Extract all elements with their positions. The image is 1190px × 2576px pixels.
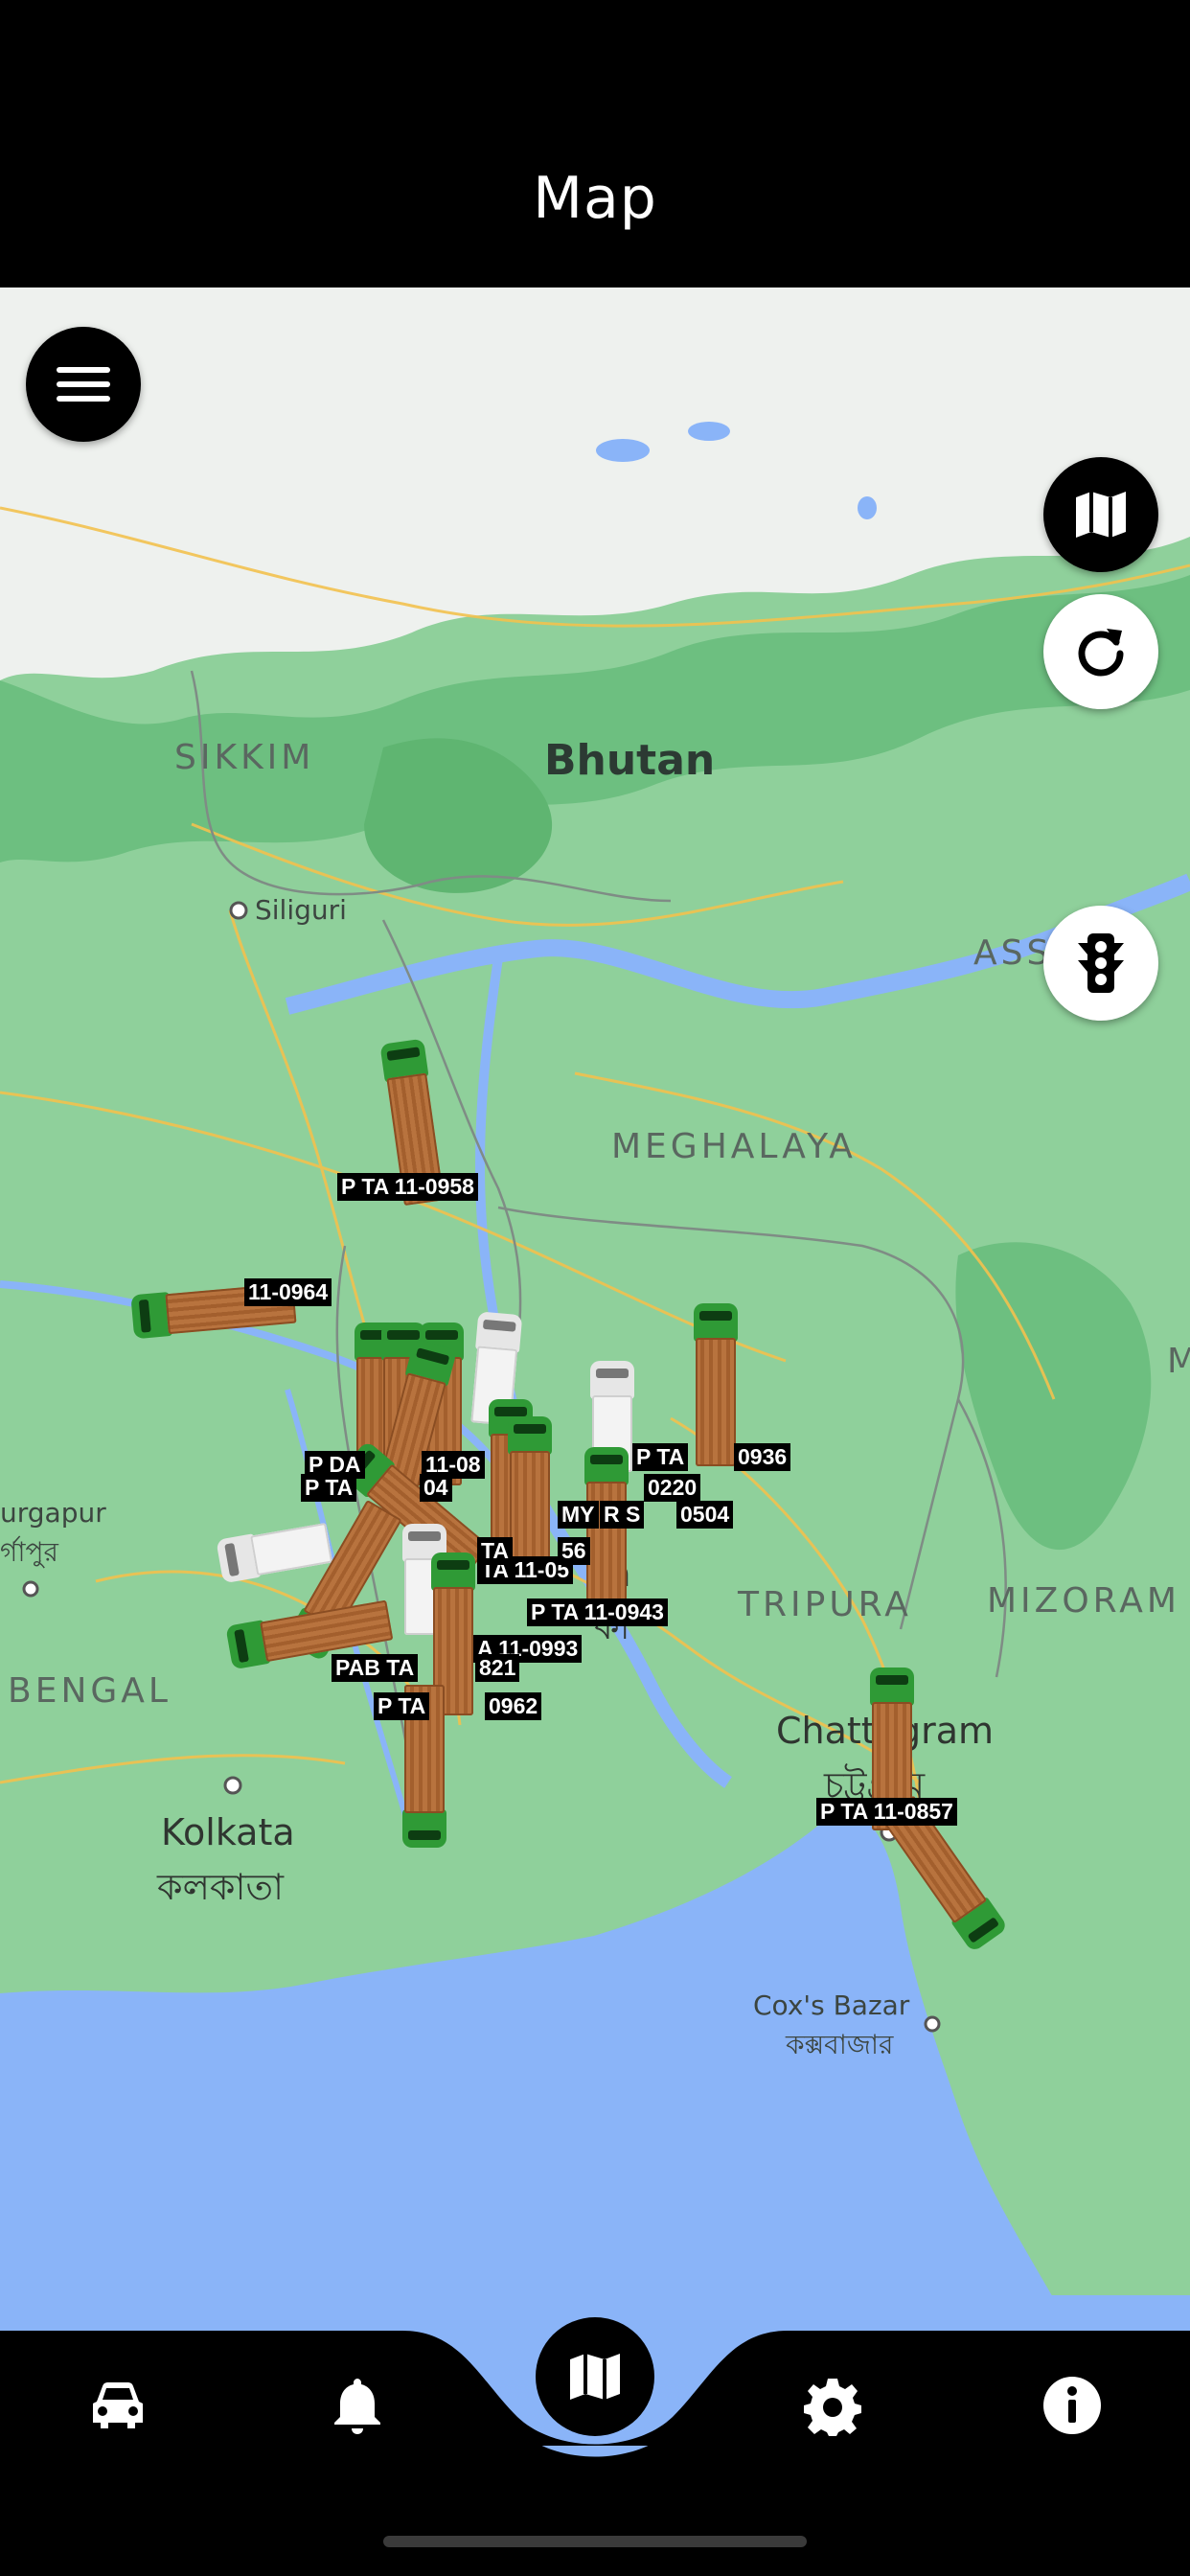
menu-button[interactable]: [26, 327, 141, 442]
place-label-tripura: TRIPURA: [738, 1585, 912, 1624]
nav-map-button[interactable]: [536, 2317, 654, 2436]
map-view[interactable]: SIKKIM Bhutan Siliguri ASS MEGHALAYA M T…: [0, 288, 1190, 2334]
place-label-sikkim: SIKKIM: [174, 738, 315, 777]
vehicle-plate-label: P TA: [301, 1474, 357, 1502]
place-label-mizoram: MIZORAM: [987, 1581, 1180, 1621]
vehicle-plate-label: R S: [600, 1501, 645, 1529]
menu-icon: [57, 367, 110, 402]
nav-info-button[interactable]: [1019, 2367, 1125, 2444]
place-label-coxs-bazar: Cox's Bazar: [753, 1990, 910, 2021]
place-label-assam: ASS: [973, 933, 1053, 973]
car-icon: [93, 2382, 143, 2428]
vehicle-plate-label: 0504: [676, 1501, 734, 1529]
info-icon: [1043, 2377, 1101, 2434]
map-icon: [1076, 492, 1126, 538]
vehicle-plate-label: P TA: [632, 1443, 689, 1471]
refresh-icon: [1078, 629, 1124, 677]
vehicle-plate-label: P TA: [374, 1692, 430, 1720]
truck-marker[interactable]: [508, 1416, 552, 1579]
truck-marker[interactable]: [694, 1303, 738, 1466]
place-label-bhutan: Bhutan: [544, 736, 716, 785]
vehicle-plate-label: 11-0964: [244, 1278, 332, 1306]
map-icon: [570, 2354, 620, 2400]
nav-notifications-button[interactable]: [305, 2367, 410, 2444]
traffic-button[interactable]: [1043, 906, 1158, 1021]
vehicle-plate-label: P TA 11-0958: [337, 1173, 478, 1201]
refresh-button[interactable]: [1043, 594, 1158, 709]
nav-settings-button[interactable]: [780, 2367, 885, 2444]
place-label-coxs-bazar-bn: কক্সবাজার: [786, 2029, 894, 2060]
place-label-siliguri: Siliguri: [255, 894, 347, 926]
app-header: Map: [0, 0, 1190, 288]
vehicle-plate-label: 0220: [644, 1474, 701, 1502]
traffic-light-icon: [1078, 933, 1124, 993]
place-label-kolkata: Kolkata: [161, 1811, 295, 1853]
vehicle-plate-label: PAB TA: [332, 1654, 419, 1682]
place-label-kolkata-bn: কলকাতা: [157, 1866, 285, 1908]
vehicle-plate-label: TA: [477, 1537, 513, 1565]
place-label-meghalaya: MEGHALAYA: [611, 1127, 857, 1166]
vehicle-plate-label: 04: [420, 1474, 452, 1502]
vehicle-plate-label: 56: [558, 1537, 590, 1565]
gear-icon: [804, 2379, 861, 2436]
page-title: Map: [533, 165, 657, 232]
vehicle-plate-label: 0936: [734, 1443, 791, 1471]
vehicle-plate-label: P TA 11-0943: [527, 1598, 668, 1626]
vehicle-plate-label: P TA 11-0857: [816, 1798, 957, 1826]
vehicle-plate-label: 0962: [485, 1692, 542, 1720]
vehicle-plate-label: MY: [558, 1501, 599, 1529]
home-indicator: [383, 2536, 807, 2547]
place-label-durgapur-bn: র্গাপুর: [0, 1536, 58, 1568]
place-label-bengal: BENGAL: [8, 1671, 172, 1711]
bell-icon: [334, 2379, 380, 2434]
place-label-m-edge: M: [1167, 1342, 1190, 1381]
place-label-durgapur: urgapur: [0, 1497, 106, 1529]
map-type-button[interactable]: [1043, 457, 1158, 572]
truck-marker[interactable]: [584, 1447, 629, 1610]
nav-vehicles-button[interactable]: [65, 2367, 171, 2444]
vehicle-plate-label: 821: [475, 1654, 520, 1682]
